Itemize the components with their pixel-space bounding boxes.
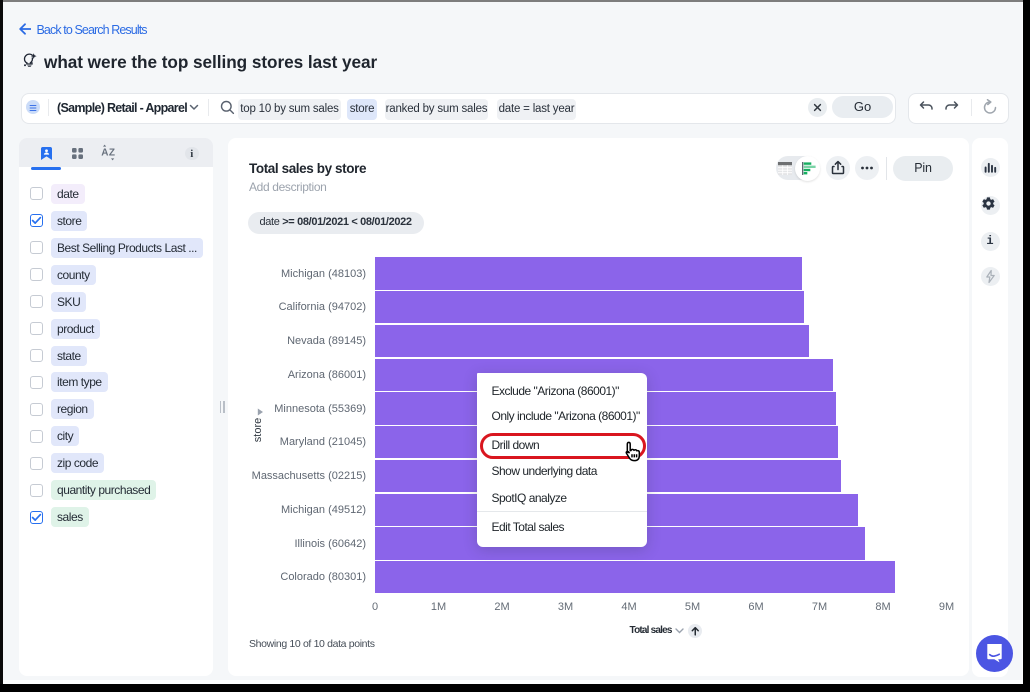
svg-text:AZ: AZ: [101, 148, 115, 159]
